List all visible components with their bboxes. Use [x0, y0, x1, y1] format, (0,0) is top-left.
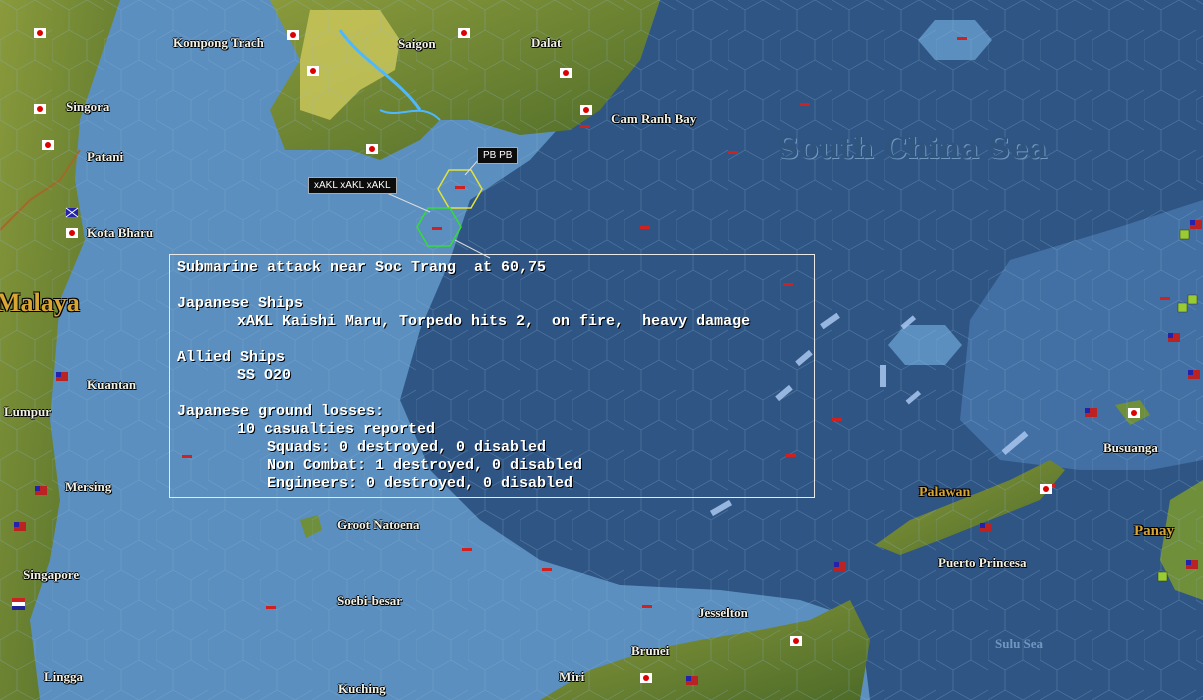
us-flag-icon — [14, 522, 26, 531]
region-label-panay: Panay — [1134, 523, 1175, 539]
place-label-brunei: Brunei — [631, 643, 670, 658]
ship-icon — [957, 37, 967, 40]
place-label-miri: Miri — [559, 669, 585, 684]
unit-tag-pb[interactable]: PB PB — [477, 147, 519, 164]
place-label-soebi-besar: Soebi-besar — [337, 593, 402, 608]
place-label-puerto-princesa: Puerto Princesa — [938, 555, 1027, 570]
japan-flag-icon — [1128, 408, 1140, 418]
report-spacer — [177, 331, 814, 349]
report-allied-ships-header: Allied Ships — [177, 349, 286, 366]
us-flag-icon — [1188, 370, 1200, 379]
place-label-busuanga: Busuanga — [1103, 440, 1158, 455]
japan-flag-icon — [560, 68, 572, 78]
base-icon — [1179, 229, 1190, 240]
report-title: Submarine attack near Soc Trang at 60,75 — [177, 259, 547, 276]
report-japanese-ship-line: xAKL Kaishi Maru, Torpedo hits 2, on fir… — [237, 313, 751, 330]
report-squads-line: Squads: 0 destroyed, 0 disabled — [267, 439, 547, 456]
ship-icon — [266, 606, 276, 609]
place-label-cam-ranh-bay: Cam Ranh Bay — [611, 111, 697, 126]
ship-icon — [642, 605, 652, 608]
combat-report-panel[interactable]: Submarine attack near Soc Trang at 60,75… — [169, 254, 815, 498]
uk-flag-icon — [65, 207, 79, 218]
base-icon — [1157, 571, 1168, 582]
ship-icon — [462, 548, 472, 551]
place-label-singora: Singora — [66, 99, 110, 114]
place-label-kompong-trach: Kompong Trach — [173, 35, 264, 50]
region-label-palawan: Palawan — [919, 485, 971, 500]
place-label-singapore: Singapore — [23, 567, 80, 582]
place-label-kota-bharu: Kota Bharu — [87, 225, 154, 240]
ship-icon — [832, 418, 842, 421]
us-flag-icon — [834, 562, 846, 571]
place-label-mersing: Mersing — [65, 479, 112, 494]
ship-icon — [432, 227, 442, 230]
place-label-kuching: Kuching — [338, 681, 386, 696]
japan-flag-icon — [1040, 484, 1052, 494]
us-flag-icon — [1168, 333, 1180, 342]
japan-flag-icon — [34, 28, 46, 38]
us-flag-icon — [1085, 408, 1097, 417]
place-label-lingga: Lingga — [44, 669, 84, 684]
region-label-malaya: Malaya — [0, 288, 80, 317]
us-flag-icon — [35, 486, 47, 495]
place-label-sulu-sea: Sulu Sea — [995, 636, 1044, 651]
ship-icon — [1160, 297, 1170, 300]
us-flag-icon — [56, 372, 68, 381]
japan-flag-icon — [366, 144, 378, 154]
ship-icon — [640, 226, 650, 229]
japan-flag-icon — [287, 30, 299, 40]
report-japanese-ships-header: Japanese Ships — [177, 295, 304, 312]
ship-icon — [542, 568, 552, 571]
ship-icon — [455, 186, 465, 189]
japan-flag-icon — [580, 105, 592, 115]
ship-icon — [728, 151, 738, 154]
japan-flag-icon — [66, 228, 78, 238]
report-allied-ship-line: SS O20 — [237, 367, 292, 384]
base-icon — [1177, 302, 1188, 313]
japan-flag-icon — [790, 636, 802, 646]
ship-icon — [580, 125, 590, 128]
japan-flag-icon — [42, 140, 54, 150]
report-non-combat-line: Non Combat: 1 destroyed, 0 disabled — [267, 457, 583, 474]
unit-tag-xakl[interactable]: xAKL xAKL xAKL — [308, 177, 397, 194]
sea-label: South China Sea — [778, 131, 1048, 165]
report-casualties-line: 10 casualties reported — [237, 421, 436, 438]
report-spacer — [177, 385, 814, 403]
place-label-saigon: Saigon — [398, 36, 436, 51]
us-flag-icon — [1190, 220, 1202, 229]
report-engineers-line: Engineers: 0 destroyed, 0 disabled — [267, 475, 574, 492]
us-flag-icon — [1186, 560, 1198, 569]
us-flag-icon — [686, 676, 698, 685]
place-label-patani: Patani — [87, 149, 124, 164]
base-icon — [1187, 294, 1198, 305]
us-flag-icon — [980, 523, 992, 532]
japan-flag-icon — [307, 66, 319, 76]
place-label-dalat: Dalat — [531, 35, 562, 50]
place-label-groot-natoena: Groot Natoena — [337, 517, 420, 532]
ship-icon — [800, 103, 810, 106]
report-spacer — [177, 277, 814, 295]
japan-flag-icon — [34, 104, 46, 114]
place-label-lumpur: Lumpur — [4, 404, 51, 419]
place-label-jesselton: Jesselton — [698, 605, 748, 620]
japan-flag-icon — [458, 28, 470, 38]
report-ground-losses-header: Japanese ground losses: — [177, 403, 385, 420]
japan-flag-icon — [640, 673, 652, 683]
netherlands-flag-icon — [12, 598, 25, 610]
place-label-kuantan: Kuantan — [87, 377, 137, 392]
